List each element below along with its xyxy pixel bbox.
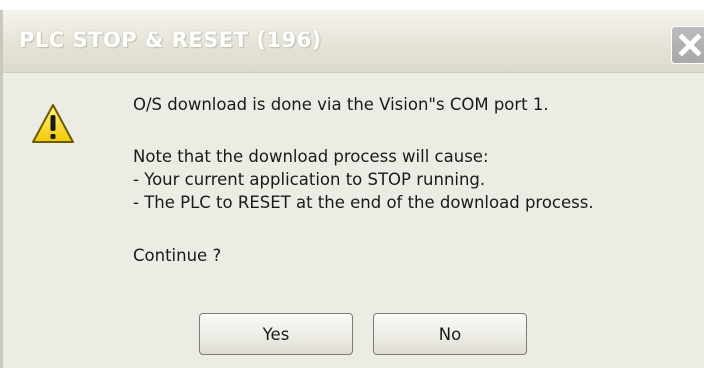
note-heading: Note that the download process will caus…: [133, 147, 489, 166]
close-button[interactable]: [671, 26, 704, 64]
continue-prompt: Continue ?: [133, 246, 222, 265]
dialog-titlebar[interactable]: PLC STOP & RESET (196): [3, 10, 704, 73]
note-item-reset: - The PLC to RESET at the end of the dow…: [133, 193, 594, 212]
note-item-stop: - Your current application to STOP runni…: [133, 170, 486, 189]
dialog-title: PLC STOP & RESET (196): [19, 28, 322, 52]
no-button[interactable]: No: [373, 313, 527, 355]
screen: PLC STOP & RESET (196) O/S download is d…: [0, 0, 704, 368]
yes-button[interactable]: Yes: [199, 313, 353, 355]
warning-icon: [32, 104, 74, 143]
background-window-strip: [0, 0, 704, 10]
plc-stop-reset-dialog: PLC STOP & RESET (196) O/S download is d…: [0, 10, 704, 368]
message-text: O/S download is done via the Vision"s CO…: [133, 95, 549, 114]
close-icon: [678, 33, 702, 57]
